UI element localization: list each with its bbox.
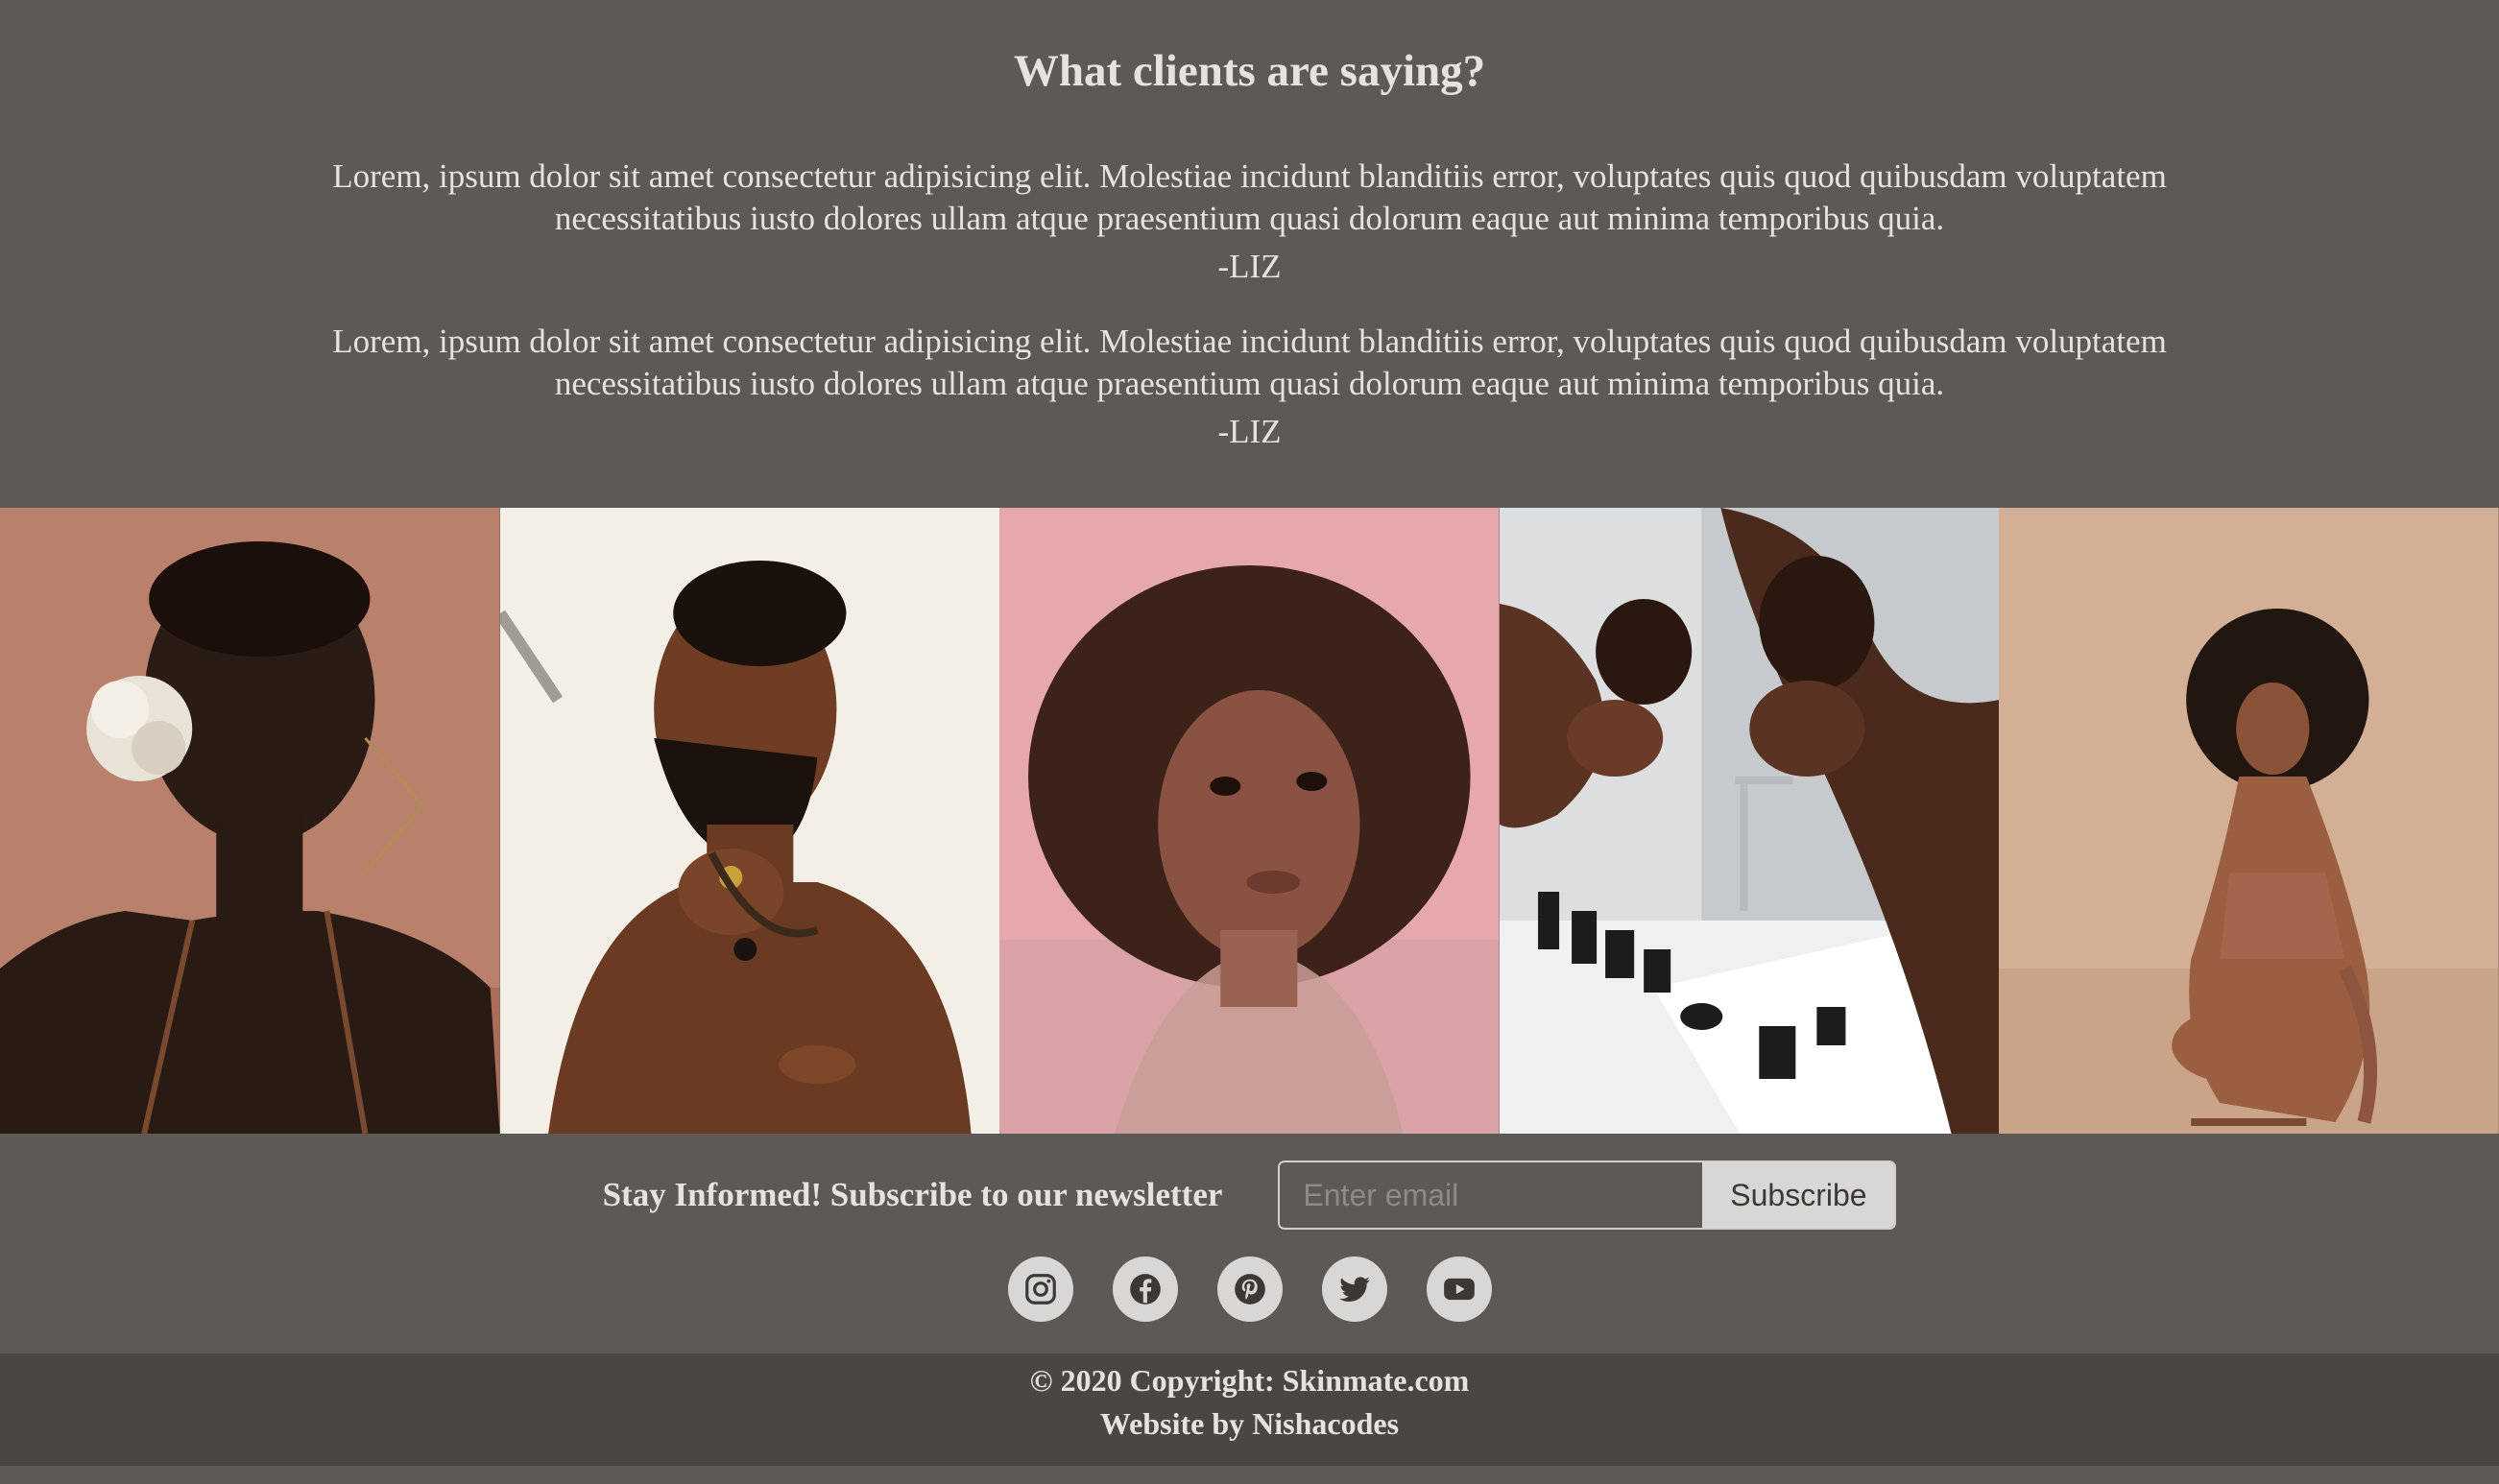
social-links	[0, 1257, 2499, 1353]
pinterest-icon	[1234, 1274, 1265, 1304]
youtube-icon	[1443, 1278, 1475, 1301]
instagram-icon	[1024, 1274, 1056, 1304]
copyright-text: © 2020 Copyright: Skinmate.com	[1029, 1363, 1470, 1398]
testimonial-quote: Lorem, ipsum dolor sit amet consectetur …	[332, 157, 2167, 237]
pinterest-link[interactable]	[1216, 1257, 1283, 1322]
email-input[interactable]	[1280, 1162, 1703, 1228]
subscribe-button[interactable]: Subscribe	[1702, 1162, 1895, 1228]
gallery-photo-portrait-woman-curly-hair	[999, 508, 1500, 1134]
photo-gallery	[0, 508, 2499, 1134]
testimonial-author: -LIZ	[1217, 248, 1282, 285]
gallery-photo-portrait-man-beard	[499, 508, 1000, 1134]
facebook-icon	[1129, 1274, 1161, 1304]
youtube-link[interactable]	[1426, 1257, 1492, 1322]
newsletter-section: Stay Informed! Subscribe to our newslett…	[0, 1134, 2499, 1257]
credit-text: Website by Nishacodes	[1099, 1406, 1400, 1441]
testimonial-quote: Lorem, ipsum dolor sit amet consectetur …	[332, 323, 2167, 402]
gallery-photo-man-washing-face	[1499, 508, 2000, 1134]
testimonial-author: -LIZ	[1217, 413, 1282, 450]
gallery-photo-portrait-woman-flower	[0, 508, 500, 1134]
twitter-icon	[1338, 1277, 1370, 1302]
newsletter-form: Subscribe	[1278, 1161, 1897, 1230]
twitter-link[interactable]	[1321, 1257, 1387, 1322]
footer: © 2020 Copyright: Skinmate.com Website b…	[0, 1353, 2499, 1466]
testimonials-heading: What clients are saying?	[1013, 46, 1486, 96]
newsletter-label: Stay Informed! Subscribe to our newslett…	[602, 1176, 1223, 1213]
testimonials-section: What clients are saying? Lorem, ipsum do…	[0, 0, 2499, 508]
gallery-photo-woman-crouching	[1999, 508, 2499, 1134]
facebook-link[interactable]	[1112, 1257, 1178, 1322]
instagram-link[interactable]	[1007, 1257, 1073, 1322]
